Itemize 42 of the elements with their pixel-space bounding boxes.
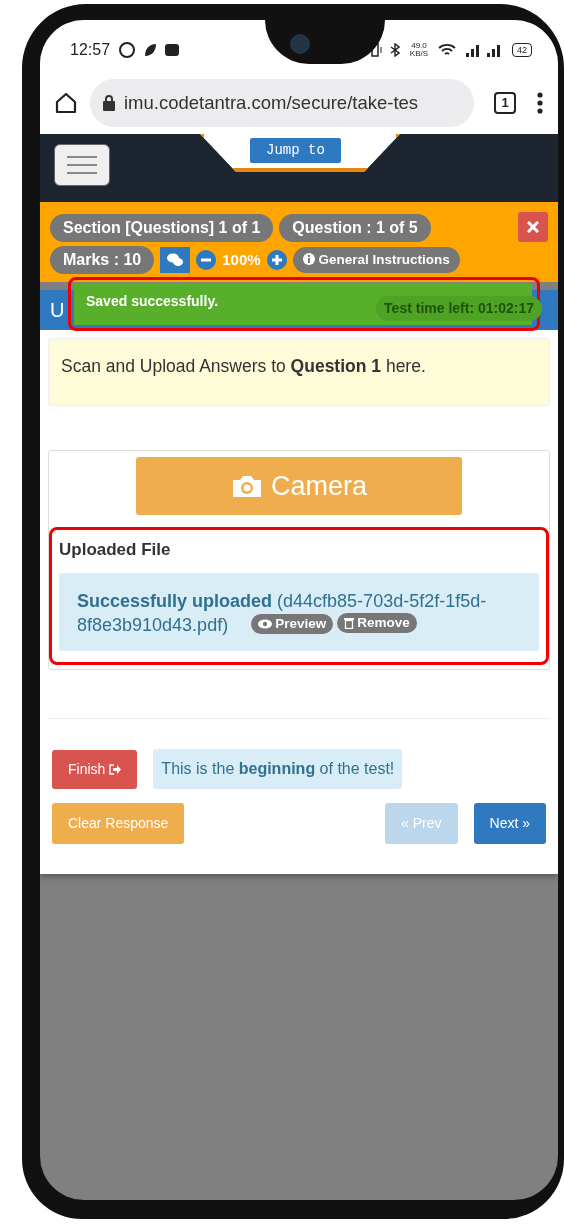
timer-badge: Test time left: 01:02:17 (376, 296, 542, 321)
zoom-in-button[interactable] (266, 250, 287, 270)
home-icon[interactable] (54, 91, 78, 115)
clock-time: 12:57 (70, 40, 111, 60)
panel-title: U (50, 298, 65, 323)
tab-count[interactable]: 1 (494, 92, 516, 114)
remove-button[interactable]: Remove (337, 613, 417, 634)
eye-icon (258, 619, 273, 630)
battery-indicator: 42 (512, 43, 532, 57)
address-bar[interactable]: imu.codetantra.com/secure/take-tes (90, 79, 474, 127)
more-icon[interactable] (536, 91, 544, 115)
instructions-button[interactable]: General Instructions (292, 246, 460, 274)
upload-status: Successfully uploaded (d44cfb85-703d-5f2f-1f5d-8f8e3b910d43.pdf) Preview Remove (59, 572, 539, 652)
trash-icon (344, 617, 355, 630)
status-message: This is the beginning of the test! (153, 749, 403, 790)
instruction-text: Scan and Upload Answers to Question 1 here. (48, 338, 550, 407)
info-badge: Question : 1 of 5 (279, 214, 431, 242)
wifi-icon (438, 43, 456, 57)
plus-icon (266, 250, 287, 270)
finish-button[interactable]: Finish (52, 749, 138, 789)
info-icon (302, 252, 315, 265)
info-badge: Section [Questions] 1 of 1 (50, 214, 274, 242)
url-text: imu.codetantra.com/secure/take-tes (124, 91, 419, 116)
leaf-icon (142, 42, 159, 58)
exit-icon (109, 763, 122, 775)
info-badge: Marks : 10 (50, 246, 155, 274)
camera-icon (231, 473, 263, 500)
menu-button[interactable] (54, 144, 110, 186)
jump-button[interactable]: Jump to (250, 138, 341, 163)
lock-icon (102, 94, 116, 112)
network-speed: 49.0 KB/S (408, 42, 430, 58)
close-button[interactable] (518, 212, 548, 242)
comment-button[interactable] (160, 247, 191, 273)
zoom-level: 100% (222, 249, 261, 270)
next-button[interactable]: Next » (473, 803, 546, 845)
close-icon (527, 221, 539, 233)
app-icon (164, 42, 181, 58)
minus-icon (196, 250, 217, 270)
bluetooth-icon (390, 43, 400, 57)
zoom-out-button[interactable] (196, 250, 217, 270)
preview-button[interactable]: Preview (251, 614, 334, 635)
section-heading: Uploaded File (59, 539, 172, 562)
